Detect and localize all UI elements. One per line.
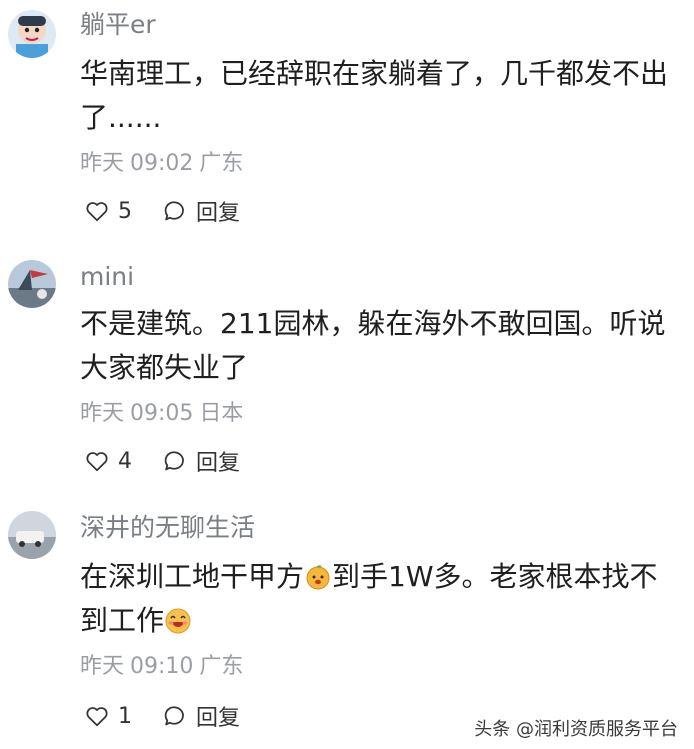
comment-location: 日本 (199, 401, 244, 426)
comment-actions: 4 回复 (84, 446, 270, 476)
comment-date: 昨天 (80, 401, 125, 426)
reply-button[interactable]: 回复 (162, 700, 240, 732)
like-count: 5 (118, 198, 132, 224)
comment-item: 躺平er 华南理工，已经辞职在家躺着了，几千都发不出 了...... 昨天 09:… (0, 0, 694, 245)
comment-time: 09:10 (130, 654, 194, 679)
comment-location: 广东 (199, 151, 244, 176)
reply-button[interactable]: 回复 (162, 445, 240, 477)
speech-bubble-icon (162, 703, 196, 729)
username[interactable]: 躺平er (80, 10, 156, 40)
comment-item: 深井的无聊生活 在深圳工地干甲方 到手1W多。老家根本找不 到工作 昨天 09:10… (0, 505, 694, 749)
comment-meta: 昨天 09:02 广东 (80, 150, 249, 178)
username[interactable]: 深井的无聊生活 (80, 513, 255, 543)
avatar[interactable] (8, 511, 56, 559)
comment-actions: 1 回复 (84, 701, 270, 731)
username[interactable]: mini (80, 262, 134, 292)
comment-text: 不是建筑。211园林，躲在海外不敢回国。听说 大家都失业了 (80, 307, 666, 384)
watermark: 头条 @润利资质服务平台 (474, 719, 678, 740)
comment-time: 09:02 (130, 151, 194, 176)
comment-meta: 昨天 09:05 日本 (80, 400, 249, 428)
like-count: 1 (118, 703, 132, 729)
grinning-face-emoji (164, 607, 192, 635)
heart-outline-icon (84, 198, 118, 224)
like-button[interactable]: 4 (84, 448, 132, 474)
reply-label: 回复 (196, 706, 241, 731)
reply-button[interactable]: 回复 (162, 195, 240, 227)
smiling-orange-emoji (304, 563, 332, 591)
like-button[interactable]: 5 (84, 198, 132, 224)
like-count: 4 (118, 448, 132, 474)
comment-date: 昨天 (80, 151, 125, 176)
speech-bubble-icon (162, 198, 196, 224)
avatar[interactable] (8, 260, 56, 308)
speech-bubble-icon (162, 448, 196, 474)
comment-text: 在深圳工地干甲方 到手1W多。老家根本找不 到工作 (80, 560, 658, 637)
heart-outline-icon (84, 703, 118, 729)
reply-label: 回复 (196, 201, 241, 226)
reply-label: 回复 (196, 451, 241, 476)
comment-location: 广东 (199, 654, 244, 679)
avatar[interactable] (8, 10, 56, 58)
comment-time: 09:05 (130, 401, 194, 426)
comment-text: 华南理工，已经辞职在家躺着了，几千都发不出 了...... (80, 57, 669, 134)
heart-outline-icon (84, 448, 118, 474)
comment-actions: 5 回复 (84, 196, 270, 226)
like-button[interactable]: 1 (84, 703, 132, 729)
comment-meta: 昨天 09:10 广东 (80, 653, 249, 681)
comment-date: 昨天 (80, 654, 125, 679)
comment-item: mini 不是建筑。211园林，躲在海外不敢回国。听说 大家都失业了 昨天 09:… (0, 250, 694, 495)
